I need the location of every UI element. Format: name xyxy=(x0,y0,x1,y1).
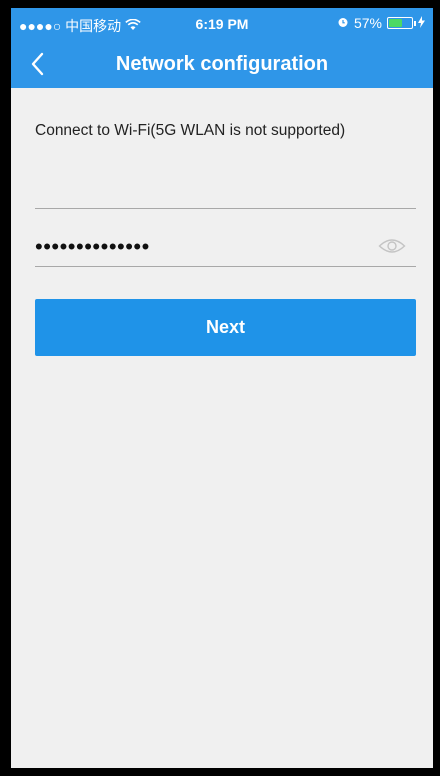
eye-icon[interactable] xyxy=(378,236,406,256)
phone-screen: ●●●●○ 中国移动 6:19 PM 57% Network configura… xyxy=(11,8,433,768)
next-button[interactable]: Next xyxy=(35,299,416,356)
battery-icon xyxy=(387,17,416,29)
status-right: 57% xyxy=(337,15,425,31)
wifi-ssid-field[interactable] xyxy=(35,170,416,209)
wifi-instruction-text: Connect to Wi-Fi(5G WLAN is not supporte… xyxy=(35,122,346,139)
password-field[interactable] xyxy=(35,228,355,266)
alarm-icon xyxy=(337,15,349,31)
battery-tip xyxy=(414,21,416,26)
status-bar: ●●●●○ 中国移动 6:19 PM 57% xyxy=(11,8,433,40)
nav-bar: Network configuration xyxy=(11,40,433,88)
battery-fill xyxy=(389,19,402,27)
battery-percent: 57% xyxy=(353,15,382,31)
charging-icon xyxy=(418,15,425,31)
page-title: Network configuration xyxy=(115,53,329,75)
password-row xyxy=(35,228,416,267)
